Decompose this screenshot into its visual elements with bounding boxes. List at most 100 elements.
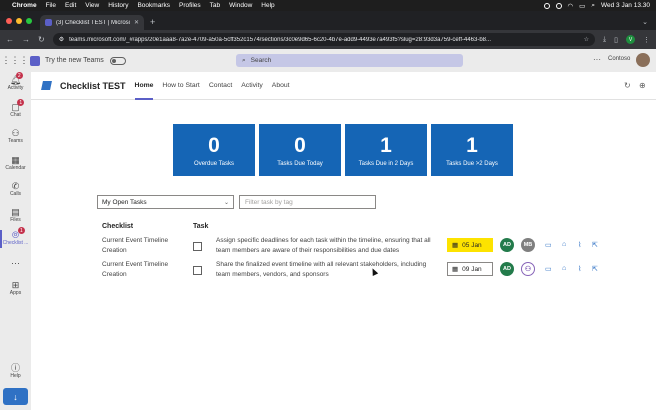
tile-due-2-days[interactable]: 1 Tasks Due in 2 Days	[345, 124, 427, 176]
open-external-icon[interactable]: ⇱	[592, 265, 598, 273]
task-checkbox[interactable]	[193, 266, 202, 275]
rail-item-more-apps[interactable]: ···	[0, 258, 31, 268]
due-date[interactable]: ▦ 09 Jan	[447, 262, 493, 276]
apps-icon: ⊞	[11, 280, 20, 290]
row-task[interactable]: Assign specific deadlines for each task …	[216, 236, 436, 255]
browser-tabstrip: (3) Checklist TEST | Microsoft ✕ + ⌄	[0, 11, 656, 30]
menubar-status: ◠ ▭ ⌕ Wed 3 Jan 13.30	[543, 2, 650, 10]
tile-due-today[interactable]: 0 Tasks Due Today	[259, 124, 341, 176]
org-name[interactable]: Contoso	[608, 56, 630, 62]
task-checkbox[interactable]	[193, 242, 202, 251]
user-avatar[interactable]	[636, 53, 650, 67]
menu-file[interactable]: File	[46, 2, 56, 9]
bookmark-star-icon[interactable]: ☆	[584, 36, 589, 43]
chat-icon: ▢ 1	[11, 99, 25, 112]
menu-view[interactable]: View	[85, 2, 99, 9]
tab-how-to-start[interactable]: How to Start	[162, 72, 199, 100]
rail-item-teams[interactable]: ⚇ Teams	[0, 128, 31, 144]
menu-profiles[interactable]: Profiles	[179, 2, 201, 9]
new-tab-icon[interactable]: +	[150, 17, 155, 27]
tab-title: (3) Checklist TEST | Microsoft	[56, 19, 130, 26]
rail-item-checklist[interactable]: ⦾ 1 Checklist ...	[0, 227, 31, 248]
wifi-icon[interactable]: ◠	[568, 2, 574, 10]
minimize-window-icon[interactable]	[16, 18, 22, 24]
globe-icon[interactable]: ⊕	[639, 81, 646, 90]
rail-item-apps[interactable]: ⊞ Apps	[0, 280, 31, 296]
close-window-icon[interactable]	[6, 18, 12, 24]
download-icon[interactable]: ⤓	[603, 36, 606, 44]
owner-avatar[interactable]: AD	[500, 238, 514, 252]
browser-tab-active[interactable]: (3) Checklist TEST | Microsoft ✕	[40, 15, 144, 30]
rail-label-teams: Teams	[8, 138, 23, 144]
battery-icon[interactable]: ▭	[579, 2, 585, 10]
download-arrow-icon: ↓	[13, 391, 18, 402]
menu-history[interactable]: History	[108, 2, 128, 9]
column-header-checklist: Checklist	[102, 223, 134, 230]
window-controls	[6, 18, 32, 24]
download-teams-button[interactable]: ↓	[3, 388, 28, 405]
rail-item-calendar[interactable]: ▦ Calendar	[0, 155, 31, 171]
tag-icon[interactable]: ⌂	[562, 241, 566, 248]
row-task[interactable]: Share the finalized event timeline with …	[216, 260, 436, 279]
menu-help[interactable]: Help	[261, 2, 274, 9]
sidepanel-icon[interactable]: ▯	[614, 36, 618, 44]
refresh-icon[interactable]: ↻	[624, 81, 631, 90]
tab-about[interactable]: About	[272, 72, 290, 100]
tag-icon[interactable]: ⌂	[562, 265, 566, 272]
rail-item-chat[interactable]: ▢ 1 Chat	[0, 99, 31, 118]
try-new-teams-toggle[interactable]	[109, 56, 126, 65]
row-checklist[interactable]: Current Event Timeline Creation	[102, 236, 182, 255]
attachment-icon[interactable]: ⌇	[578, 241, 581, 249]
menu-bookmarks[interactable]: Bookmarks	[137, 2, 170, 9]
due-date[interactable]: ▦ 05 Jan	[447, 238, 493, 252]
tab-contact[interactable]: Contact	[209, 72, 232, 100]
comment-icon[interactable]: ▭	[545, 265, 552, 273]
assignee-avatar[interactable]: MB	[521, 238, 535, 252]
address-bar[interactable]: ⚙ teams.microsoft.com/_#/apps/20e1aaa8-7…	[52, 33, 596, 46]
tile-overdue[interactable]: 0 Overdue Tasks	[173, 124, 255, 176]
maximize-window-icon[interactable]	[26, 18, 32, 24]
menu-app-chrome[interactable]: Chrome	[12, 2, 37, 9]
rail-item-help[interactable]: ⓘ Help	[0, 363, 31, 379]
tile-value: 0	[294, 133, 306, 157]
rail-item-files[interactable]: ▤ Files	[0, 207, 31, 223]
search-input[interactable]: ⌕ Search	[236, 54, 463, 67]
reload-icon[interactable]: ↻	[38, 35, 45, 44]
more-options-icon[interactable]: ···	[593, 55, 601, 64]
tag-filter-input[interactable]: Filter task by tag	[239, 195, 376, 209]
tab-home[interactable]: Home	[134, 72, 153, 100]
tile-due-later[interactable]: 1 Tasks Due >2 Days	[431, 124, 513, 176]
checklist-badge: 1	[17, 227, 25, 234]
attachment-icon[interactable]: ⌇	[578, 265, 581, 273]
forward-icon[interactable]: →	[22, 35, 30, 44]
site-info-icon[interactable]: ⚙	[59, 36, 64, 43]
rail-item-calls[interactable]: ✆ Calls	[0, 181, 31, 197]
record-icon[interactable]	[543, 2, 550, 9]
menu-edit[interactable]: Edit	[65, 2, 76, 9]
assign-person-icon[interactable]: ⚇	[521, 262, 535, 276]
clock[interactable]: Wed 3 Jan 13.30	[601, 2, 650, 9]
owner-avatar[interactable]: AD	[500, 262, 514, 276]
profile-avatar[interactable]: V	[626, 35, 635, 44]
back-icon[interactable]: ←	[6, 35, 14, 44]
row-checklist[interactable]: Current Event Timeline Creation	[102, 260, 182, 279]
menu-tab[interactable]: Tab	[210, 2, 220, 9]
open-external-icon[interactable]: ⇱	[592, 241, 598, 249]
tag-filter-placeholder: Filter task by tag	[245, 198, 293, 206]
task-view-dropdown[interactable]: My Open Tasks ⌄	[97, 195, 234, 209]
chevron-down-icon: ⌄	[223, 199, 229, 206]
chat-badge: 1	[17, 99, 25, 106]
control-center-icon[interactable]	[555, 2, 562, 9]
close-tab-icon[interactable]: ✕	[134, 19, 139, 26]
spotlight-icon[interactable]: ⌕	[591, 2, 595, 10]
comment-icon[interactable]: ▭	[545, 241, 552, 249]
menu-window[interactable]: Window	[229, 2, 252, 9]
chrome-menu-icon[interactable]: ⋮	[643, 36, 650, 44]
app-launcher-icon[interactable]: ⋮⋮⋮	[0, 55, 30, 66]
rail-label-files: Files	[10, 217, 21, 223]
checklist-app: Checklist TEST Home How to Start Contact…	[31, 72, 656, 410]
tab-search-chevron-icon[interactable]: ⌄	[642, 18, 648, 26]
rail-label-activity: Activity	[7, 85, 24, 91]
rail-item-activity[interactable]: 🔔︎ 2 Activity	[0, 72, 31, 91]
tab-activity[interactable]: Activity	[241, 72, 263, 100]
